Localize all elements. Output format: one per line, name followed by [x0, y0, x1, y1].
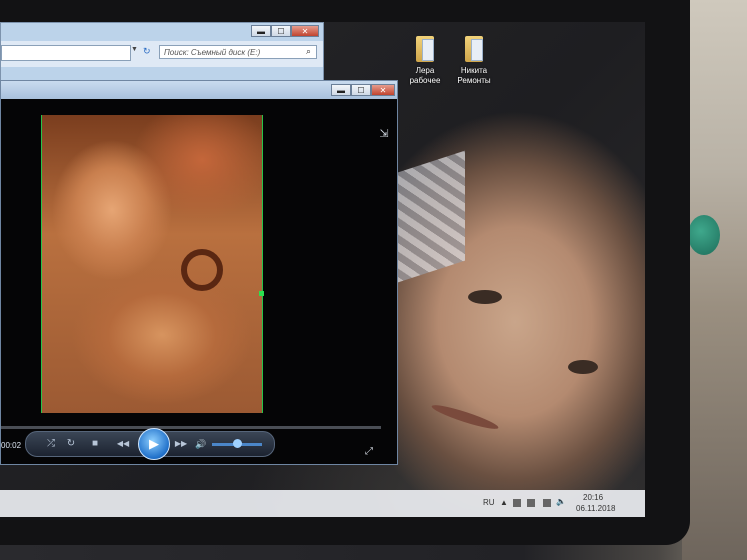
- shelf-background: [682, 0, 747, 560]
- previous-button[interactable]: ◀◀: [114, 437, 132, 451]
- shelf-object: [688, 215, 720, 255]
- desktop-icon-nikita[interactable]: Никита Ремонты: [444, 36, 504, 86]
- explorer-minimize-button[interactable]: ▬: [251, 25, 271, 37]
- video-resize-handle[interactable]: [259, 291, 264, 296]
- play-button[interactable]: ▶: [138, 428, 170, 460]
- language-indicator[interactable]: RU: [483, 498, 495, 507]
- laptop-screen: Лера рабочее Никита Ремонты ▬ ☐ ✕ ▼ ↻ По…: [0, 22, 645, 517]
- folder-icon: [416, 36, 434, 62]
- next-button[interactable]: ▶▶: [172, 437, 190, 451]
- folder-icon: [465, 36, 483, 62]
- speaker-icon[interactable]: 🔈: [556, 497, 566, 506]
- chevron-down-icon[interactable]: ▼: [131, 46, 141, 58]
- signal-icon[interactable]: [543, 499, 551, 507]
- shuffle-button[interactable]: ⤮: [44, 437, 58, 451]
- refresh-icon[interactable]: ↻: [143, 46, 155, 58]
- search-icon[interactable]: ⌕: [306, 46, 316, 58]
- wallpaper-detail: [468, 290, 502, 304]
- stop-button[interactable]: ■: [88, 437, 102, 451]
- taskbar: RU ▲ 🔈 20:16 06.11.2018: [0, 490, 645, 517]
- repeat-button[interactable]: ↻: [64, 437, 78, 451]
- volume-knob[interactable]: [233, 439, 242, 448]
- clock-time[interactable]: 20:16: [583, 493, 603, 502]
- address-input[interactable]: [1, 45, 131, 61]
- clock-date[interactable]: 06.11.2018: [576, 504, 615, 513]
- seek-bar[interactable]: [1, 426, 381, 429]
- explorer-maximize-button[interactable]: ☐: [271, 25, 291, 37]
- volume-button[interactable]: 🔊: [194, 437, 208, 451]
- player-maximize-button[interactable]: ☐: [351, 84, 371, 96]
- explorer-close-button[interactable]: ✕: [291, 25, 319, 37]
- desktop-icon-label: Ремонты: [457, 76, 491, 85]
- tray-expand-icon[interactable]: ▲: [500, 498, 508, 507]
- player-close-button[interactable]: ✕: [371, 84, 395, 96]
- wallpaper-pattern: [395, 150, 465, 284]
- player-controls: ⤮ ↻ ■ ◀◀ ▶ ▶▶ 🔊: [25, 428, 275, 460]
- video-frame: [41, 115, 263, 413]
- desktop-icon-label: Никита: [460, 66, 488, 75]
- switch-view-icon[interactable]: ⇲: [377, 127, 391, 141]
- flag-icon[interactable]: [513, 499, 521, 507]
- fullscreen-icon[interactable]: ⤢: [363, 446, 375, 458]
- network-icon[interactable]: [527, 499, 535, 507]
- video-detail: [181, 249, 223, 291]
- wallpaper-detail: [568, 360, 598, 374]
- player-title-bar: ▬ ☐ ✕: [1, 81, 397, 99]
- search-input[interactable]: Поиск: Съемный диск (E:): [159, 45, 317, 59]
- media-player-window: ▬ ☐ ✕ ⇲ 00:02 ⤮ ↻ ■ ◀◀ ▶ ▶▶ 🔊 ⤢: [0, 80, 398, 465]
- player-minimize-button[interactable]: ▬: [331, 84, 351, 96]
